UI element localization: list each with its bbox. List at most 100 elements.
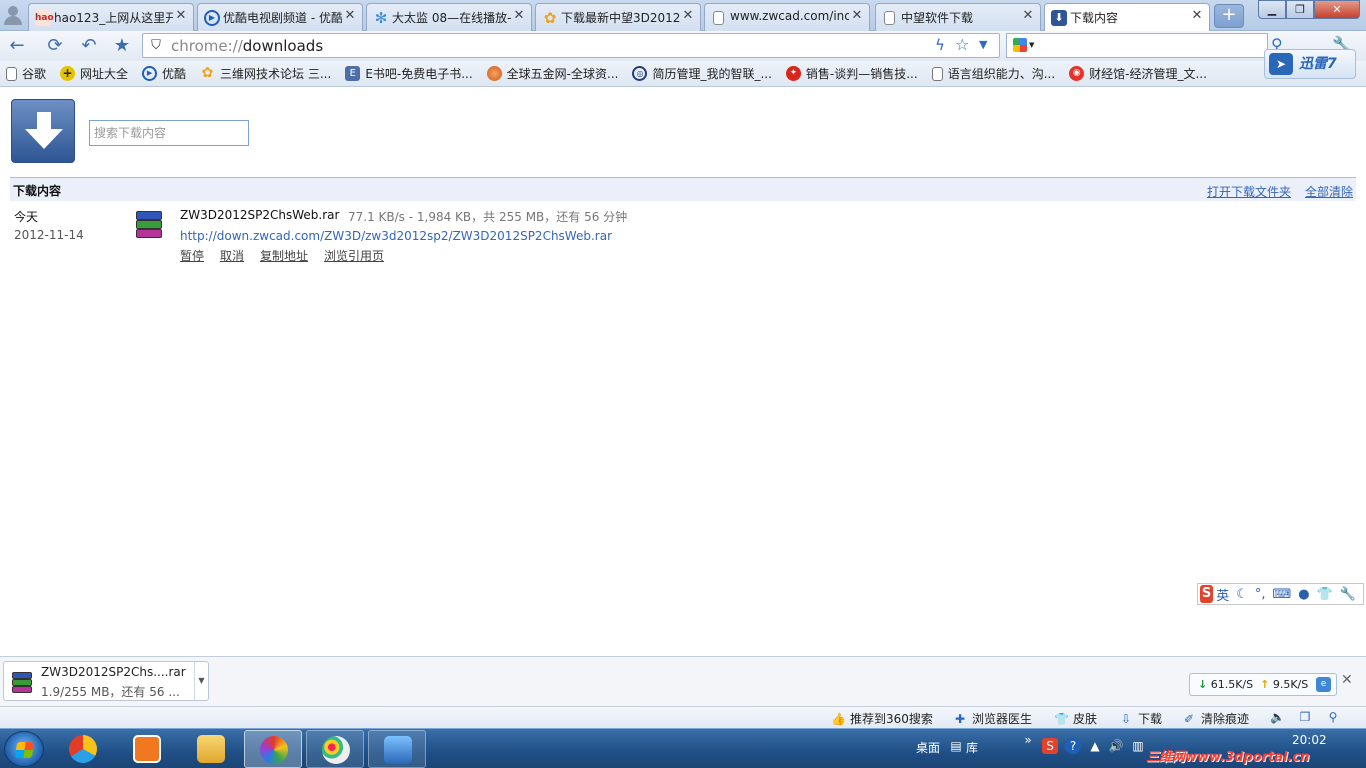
maximize-button[interactable]: ❐ <box>1286 0 1314 19</box>
punctuation-icon[interactable]: °, <box>1255 587 1266 602</box>
reload-icon[interactable]: ⟳ <box>43 35 67 57</box>
new-tab-button[interactable]: + <box>1214 4 1244 28</box>
zoom-icon[interactable]: ⚲ <box>1326 710 1345 724</box>
browser-e-icon: e <box>1316 677 1331 692</box>
close-tab-icon[interactable]: ✕ <box>1190 9 1204 23</box>
bookmark-item[interactable]: 语言组织能力、沟... <box>931 61 1055 86</box>
winrar-archive-icon <box>11 671 33 693</box>
download-icon: ⇩ <box>1120 712 1132 726</box>
back-icon[interactable]: ← <box>5 35 29 57</box>
view-referrer-link[interactable]: 浏览引用页 <box>324 247 384 264</box>
bookmark-item[interactable]: ✦ 销售-谈判—销售技... <box>785 61 918 86</box>
tab-zwcad[interactable]: www.zwcad.com/ind ✕ <box>704 3 870 31</box>
upload-speed: 9.5K/S <box>1272 678 1309 691</box>
taskbar-app-chrome[interactable] <box>244 730 302 768</box>
undo-icon[interactable]: ↶ <box>77 35 101 57</box>
skin-shirt-icon[interactable]: 👕 <box>1317 587 1333 602</box>
tab-youku[interactable]: ▶ 优酷电视剧频道 - 优酷 ✕ <box>197 3 363 31</box>
address-bar[interactable]: ⛉ chrome://downloads ϟ ☆ ▼ <box>142 33 1000 58</box>
network-icon[interactable]: ▥ <box>1130 738 1146 754</box>
wrench-icon[interactable]: 🔧 <box>1340 587 1356 602</box>
bookmark-item[interactable]: 谷歌 <box>6 61 46 86</box>
close-tab-icon[interactable]: ✕ <box>681 9 695 23</box>
sound-icon[interactable]: 🔈 <box>1270 710 1289 724</box>
chevron-up-icon[interactable]: ▲ <box>1087 738 1103 754</box>
hao123-icon: hao <box>35 10 54 26</box>
taskbar-app-360[interactable] <box>54 730 112 768</box>
start-button[interactable] <box>4 731 44 767</box>
bookmark-item[interactable]: E E书吧-免费电子书... <box>345 61 473 86</box>
shelf-download-item[interactable]: ZW3D2012SP2Chs....rar 1.9/255 MB，还有 56 .… <box>3 661 209 701</box>
pause-link[interactable]: 暂停 <box>180 247 204 264</box>
media-player-icon <box>133 735 161 763</box>
copy-address-link[interactable]: 复制地址 <box>260 247 308 264</box>
browser-doctor-button[interactable]: ✚ 浏览器医生 <box>953 710 1032 727</box>
status-bar: 👍 推荐到360搜索 ✚ 浏览器医生 👕 皮肤 ⇩ 下载 ✐ 清除痕迹 🔈 ❐ ⚲ <box>0 706 1366 728</box>
library-toolbar-label[interactable]: 库 <box>966 739 978 756</box>
download-arrow-icon: ↓ <box>1198 678 1208 691</box>
close-tab-icon[interactable]: ✕ <box>1021 9 1035 23</box>
tab-downloads[interactable]: ⬇ 下载内容 ✕ <box>1044 3 1210 32</box>
help-icon[interactable]: ? <box>1065 738 1081 754</box>
search-downloads-input[interactable] <box>89 120 249 146</box>
close-tab-icon[interactable]: ✕ <box>512 9 526 23</box>
moon-icon[interactable]: ☾ <box>1236 587 1248 602</box>
bookmark-star-icon[interactable]: ☆ <box>955 35 969 54</box>
chevron-right-icon[interactable]: » <box>1020 732 1036 748</box>
sogou-tray-icon[interactable]: S <box>1042 738 1058 754</box>
minimize-button[interactable]: ▁ <box>1258 0 1286 19</box>
close-tab-icon[interactable]: ✕ <box>174 9 188 23</box>
bookmark-item[interactable]: + 网址大全 <box>60 61 128 86</box>
close-tab-icon[interactable]: ✕ <box>343 9 357 23</box>
google-icon[interactable] <box>1013 38 1027 52</box>
desktop-toolbar-label[interactable]: 桌面 <box>916 739 940 756</box>
profile-avatar-icon[interactable] <box>2 4 24 26</box>
speed-indicator[interactable]: ↓ 61.5K/S ↑ 9.5K/S e <box>1189 673 1337 696</box>
chevron-down-icon[interactable]: ▼ <box>979 38 987 51</box>
skin-button[interactable]: 👕 皮肤 <box>1054 710 1097 727</box>
taskbar-app-xunlei[interactable] <box>368 730 426 768</box>
bookmark-item[interactable]: 全球五金网-全球资... <box>486 61 618 86</box>
taskbar-app-explorer[interactable] <box>182 730 240 768</box>
tab-datajian[interactable]: ✻ 大太监 08—在线播放- ✕ <box>366 3 532 31</box>
bookmark-item[interactable]: ◎ 简历管理_我的智联_... <box>632 61 772 86</box>
system-clock[interactable]: 20:02 <box>1292 733 1327 747</box>
page-icon <box>884 11 895 25</box>
download-icon: ⬇ <box>1051 10 1067 26</box>
user-icon[interactable]: ● <box>1298 587 1309 602</box>
ime-mode-toggle[interactable]: 英 <box>1216 585 1229 604</box>
clear-traces-button[interactable]: ✐ 清除痕迹 <box>1182 710 1249 727</box>
tab-hao123[interactable]: hao hao123_上网从这里开 ✕ <box>28 3 194 31</box>
volume-icon[interactable]: 🔊 <box>1108 738 1124 754</box>
download-button[interactable]: ⇩ 下载 <box>1119 710 1162 727</box>
bookmark-item[interactable]: ✿ 三维网技术论坛 三... <box>200 61 332 86</box>
bookmark-item[interactable]: ◉ 财经馆-经济管理_文... <box>1069 61 1207 86</box>
taskbar-app-media[interactable] <box>118 730 176 768</box>
close-shelf-icon[interactable]: ✕ <box>1341 672 1353 688</box>
tab-zw3d-download[interactable]: ✿ 下载最新中望3D2012 ✕ <box>535 3 701 31</box>
address-url[interactable]: chrome://downloads <box>171 37 323 55</box>
download-url-link[interactable]: http://down.zwcad.com/ZW3D/zw3d2012sp2/Z… <box>180 229 612 243</box>
close-tab-icon[interactable]: ✕ <box>850 9 864 23</box>
taskbar-app-paint[interactable] <box>306 730 364 768</box>
xunlei-button[interactable]: ➤ 迅雷7 <box>1264 49 1356 79</box>
close-window-button[interactable]: ✕ <box>1314 0 1360 19</box>
cancel-link[interactable]: 取消 <box>220 247 244 264</box>
window-icon[interactable]: ❐ <box>1298 710 1317 724</box>
bookmark-item[interactable]: ▶ 优酷 <box>142 61 186 86</box>
open-download-folder-link[interactable]: 打开下载文件夹 <box>1207 183 1291 200</box>
tab-zw-software[interactable]: 中望软件下载 ✕ <box>875 3 1041 31</box>
chevron-down-icon[interactable]: ▼ <box>1029 41 1034 49</box>
windows-logo-icon <box>14 742 35 758</box>
lightning-icon[interactable]: ϟ <box>935 36 945 54</box>
sogou-logo-icon[interactable]: S <box>1200 585 1214 603</box>
flower-icon: ✿ <box>201 65 214 81</box>
search-engine-box[interactable]: ▼ <box>1006 33 1268 58</box>
favorite-star-icon[interactable]: ★ <box>110 35 134 57</box>
page-icon <box>6 66 17 81</box>
clear-all-link[interactable]: 全部清除 <box>1305 183 1353 200</box>
chevron-down-icon[interactable]: ▼ <box>194 662 208 700</box>
keyboard-icon[interactable]: ⌨ <box>1273 587 1292 602</box>
thumb-icon: 👍 <box>831 712 846 726</box>
recommend-360-button[interactable]: 👍 推荐到360搜索 <box>831 710 933 727</box>
